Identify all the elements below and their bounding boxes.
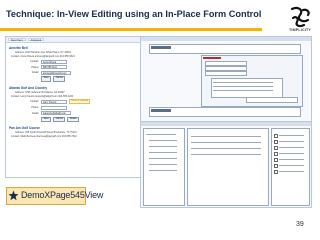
option-checkbox[interactable] [274, 170, 278, 174]
grid-line [191, 142, 261, 143]
phone-row: Phone: 886-555-1111 [27, 65, 138, 69]
phone-field[interactable] [41, 105, 67, 110]
option-checkbox[interactable] [274, 134, 278, 138]
cancel-button[interactable]: Cancel [53, 116, 66, 123]
designer-button-row [246, 97, 298, 103]
option-checkbox[interactable] [274, 152, 278, 156]
save-button[interactable]: Save [41, 116, 52, 123]
company-logo: TIMPLICITY [286, 6, 314, 36]
option-label-line [279, 153, 304, 154]
email-label: Email: [32, 71, 39, 74]
cancel-button[interactable]: Cancel [53, 76, 66, 82]
email-row: Email: fearancis@atlgolf.com [27, 111, 138, 116]
tree-line [149, 140, 177, 141]
tree-line [149, 146, 177, 147]
designer-subform [211, 78, 283, 98]
slide-title: Technique: In-View Editing using an In-P… [6, 9, 262, 19]
contact-row: Contact: Annie Rivera [27, 59, 138, 64]
designer-field [205, 71, 247, 76]
view-screenshot-left: New Client Advanced Annette Bell Address… [5, 36, 142, 178]
demo-tag-label: DemoXPage545View [21, 190, 104, 200]
contact-field[interactable]: Annie Rivera [41, 59, 67, 64]
tree-line [149, 152, 177, 153]
record-name[interactable]: Annette Bell [9, 46, 138, 50]
designer-toolbar [141, 37, 311, 41]
contact-label: Contact: [30, 60, 39, 63]
designer-label [151, 46, 171, 49]
demo-tag: DemoXPage545View [6, 187, 103, 205]
email-row: Email: anrivera@kingsoft.com [27, 70, 138, 75]
tree-line [149, 170, 177, 171]
email-field[interactable]: anrivera@kingsoft.com [41, 70, 71, 75]
tab-advanced[interactable]: Advanced [27, 38, 45, 42]
designer-category [203, 57, 221, 59]
validation-message: Phone is required [69, 99, 91, 105]
tree-line [149, 158, 177, 159]
star-icon [8, 190, 19, 201]
list-item: Annette Bell Address: 2440 Hamilton Ave … [6, 43, 141, 83]
designer-screenshot-top [140, 36, 312, 122]
logo-icon [290, 6, 310, 28]
phone-label: Phone: [31, 106, 39, 110]
grid-line [191, 148, 261, 149]
option-label-line [279, 135, 304, 136]
delete-button[interactable]: Delete [67, 116, 80, 123]
phone-field[interactable]: 886-555-1111 [41, 65, 67, 69]
option-checkbox[interactable] [274, 140, 278, 144]
title-underline [0, 28, 262, 31]
properties-grid [187, 128, 269, 206]
designer-line [213, 86, 273, 87]
option-label-line [279, 141, 304, 142]
designer-label [151, 109, 171, 112]
designer-screenshot-bottom [140, 121, 312, 208]
form-buttons: Save Cancel [41, 76, 138, 82]
option-checkbox[interactable] [274, 146, 278, 150]
record-name[interactable]: Atlanta Golf And Country [9, 86, 138, 90]
tree-line [146, 134, 176, 135]
record-address: Address: 3705 Jefferson Rd Atlanta, GA 3… [15, 90, 65, 94]
option-label-line [279, 165, 304, 166]
option-checkbox[interactable] [274, 158, 278, 162]
record-name[interactable]: Pan Am Golf Course [9, 126, 138, 130]
contact-label: Contact: [30, 100, 39, 104]
option-checkbox[interactable] [274, 164, 278, 168]
logo-text: TIMPLICITY [289, 28, 311, 32]
record-contact: Contact: Mark Bermea mbermea@pangolf.com… [11, 135, 77, 139]
option-label-line [279, 147, 304, 148]
record-address: Address: 2440 Hamilton Ave White Plains,… [15, 51, 71, 54]
contact-field[interactable]: Larry Francis [41, 99, 67, 104]
record-contact: Contact: Annie Rivera anrivera@kingsoft.… [11, 55, 75, 58]
option-label-line [279, 171, 304, 172]
designer-line [213, 90, 273, 91]
email-field[interactable]: fearancis@atlgolf.com [41, 111, 71, 116]
record-contact: Contact: Larry Francis ferancis@atlgolf.… [11, 94, 74, 98]
tree-line [149, 164, 177, 165]
grid-line [191, 136, 261, 137]
list-item: Atlanta Golf And Country Address: 3705 J… [6, 83, 141, 124]
list-item: Pan Am Golf Course Address: 338 South Pi… [6, 123, 141, 139]
tab-new-client[interactable]: New Client [8, 38, 26, 42]
designer-line [213, 82, 273, 83]
contact-row: Contact: Larry Francis Phone is required [27, 99, 138, 105]
save-button[interactable]: Save [41, 76, 52, 82]
designer-row [149, 44, 301, 54]
properties-toolbar [141, 122, 311, 126]
form-buttons: Save Cancel Delete [41, 116, 138, 123]
phone-label: Phone: [31, 65, 39, 69]
page-number: 39 [296, 221, 304, 228]
record-address: Address: 338 South Pinebluff Street Broo… [15, 131, 77, 135]
email-label: Email: [32, 111, 39, 115]
grid-line [191, 154, 261, 155]
designer-row [149, 107, 301, 117]
option-label-line [279, 159, 304, 160]
phone-row: Phone: [27, 105, 138, 110]
